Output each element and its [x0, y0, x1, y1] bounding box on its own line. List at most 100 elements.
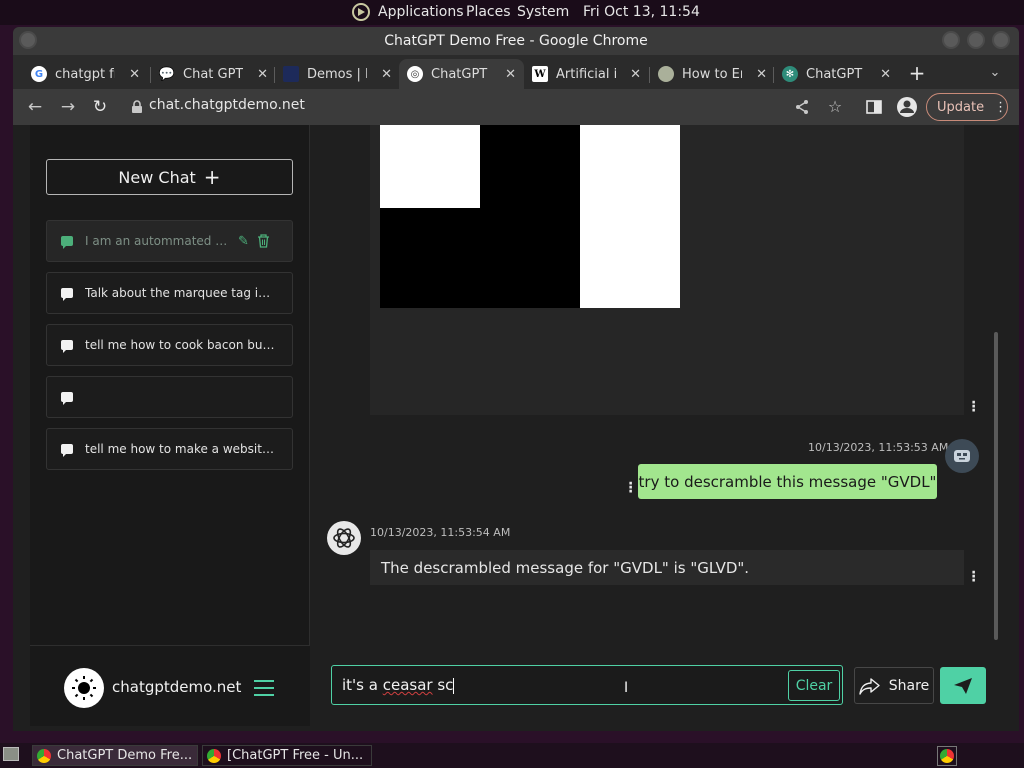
tab-how-to[interactable]: How to En ✕ [650, 59, 775, 89]
window-titlebar: ChatGPT Demo Free - Google Chrome [13, 27, 1019, 55]
history-item-label: I am an autommated scri... [85, 234, 230, 248]
user-message-bubble: try to descramble this message "GVDL" [638, 464, 937, 499]
image-message [370, 125, 964, 415]
tab-close-icon[interactable]: ✕ [381, 67, 392, 82]
demos-icon [283, 66, 299, 82]
clear-button[interactable]: Clear [788, 670, 840, 701]
taskbar-item-chatgpt-demo[interactable]: ChatGPT Demo Fre... [32, 745, 198, 766]
side-panel-icon[interactable] [866, 99, 882, 115]
misspelled-word: ceasar [382, 676, 433, 694]
tab-close-icon[interactable]: ✕ [129, 67, 140, 82]
openai-avatar-icon [327, 521, 361, 555]
user-avatar-icon [945, 439, 979, 473]
sidebar-footer: chatgptdemo.net [30, 645, 310, 726]
update-label: Update [937, 99, 985, 115]
share-arrow-icon [859, 677, 880, 695]
sun-logo-icon[interactable] [64, 668, 104, 708]
back-arrow-icon[interactable]: ← [25, 97, 45, 117]
howto-icon [658, 66, 674, 82]
tab-label: chatgpt fre [55, 66, 115, 82]
share-page-icon[interactable] [794, 99, 810, 115]
openai-icon: ✻ [782, 66, 798, 82]
close-window-button[interactable] [992, 31, 1010, 49]
message-menu-icon[interactable]: · · · [971, 566, 976, 588]
message-menu-icon[interactable]: · · · [628, 477, 633, 499]
places-menu[interactable]: Places [466, 4, 511, 20]
tab-close-icon[interactable]: ✕ [880, 67, 891, 82]
history-item-label: tell me how to cook bacon but wri... [85, 338, 277, 352]
bookmark-star-icon[interactable]: ☆ [825, 97, 845, 117]
tab-close-icon[interactable]: ✕ [505, 67, 516, 82]
applications-menu[interactable]: Applications [378, 4, 464, 20]
user-message-timestamp: 10/13/2023, 11:53:53 AM [808, 441, 949, 454]
share-button[interactable]: Share [854, 667, 934, 704]
taskbar-item-label: ChatGPT Demo Fre... [57, 748, 193, 763]
window-title: ChatGPT Demo Free - Google Chrome [384, 33, 648, 49]
more-vert-icon: ⋮ [994, 99, 1008, 115]
tab-close-icon[interactable]: ✕ [630, 67, 641, 82]
chat-scrollbar[interactable] [994, 332, 998, 640]
chat-bubble-icon [61, 444, 73, 457]
hamburger-menu-icon[interactable] [254, 680, 274, 696]
new-chat-label: New Chat [118, 167, 196, 187]
tab-chat-gpt-c[interactable]: 💬 Chat GPT C ✕ [151, 59, 276, 89]
clock[interactable]: Fri Oct 13, 11:54 [583, 4, 700, 20]
address-bar[interactable]: chat.chatgptdemo.net [149, 97, 305, 113]
wikipedia-icon: W [532, 66, 548, 82]
edit-pencil-icon[interactable]: ✎ [238, 234, 249, 249]
generated-image [380, 125, 680, 308]
browser-toolbar: ← → ↻ chat.chatgptdemo.net ☆ Update ⋮ [13, 89, 1019, 125]
tab-google-search[interactable]: G chatgpt fre ✕ [23, 59, 148, 89]
tab-label: How to En [682, 66, 742, 82]
tab-chatgpt-free[interactable]: ✻ ChatGPT F ✕ [774, 59, 899, 89]
chrome-icon [37, 748, 51, 763]
tab-chatgpt-demo[interactable]: ◎ ChatGPT D ✕ [399, 59, 524, 89]
trash-icon[interactable] [257, 234, 270, 248]
plus-icon: + [203, 165, 221, 189]
maximize-button[interactable] [967, 31, 985, 49]
update-button[interactable]: Update ⋮ [926, 93, 1008, 121]
history-item[interactable] [46, 376, 293, 418]
tab-label: ChatGPT F [806, 66, 866, 82]
lock-icon[interactable] [131, 100, 143, 114]
chat-bubble-icon [61, 236, 73, 249]
new-chat-button[interactable]: New Chat + [46, 159, 293, 195]
tab-demos[interactable]: Demos | In ✕ [275, 59, 400, 89]
chat-main: · · · 10/13/2023, 11:53:53 AM · · · try to d… [311, 125, 1002, 726]
tab-close-icon[interactable]: ✕ [257, 67, 268, 82]
tab-close-icon[interactable]: ✕ [756, 67, 767, 82]
assistant-message-timestamp: 10/13/2023, 11:53:54 AM [370, 526, 511, 539]
new-tab-plus-icon[interactable]: + [907, 63, 927, 83]
minimize-button[interactable] [942, 31, 960, 49]
site-name[interactable]: chatgptdemo.net [112, 678, 241, 696]
paper-plane-icon [954, 677, 972, 694]
forward-arrow-icon[interactable]: → [58, 97, 78, 117]
history-item[interactable]: tell me how to cook bacon but wri... [46, 324, 293, 366]
message-input-text[interactable]: it's a ceasar sc [342, 676, 455, 694]
taskbar-item-chatgpt-free[interactable]: [ChatGPT Free - Un... [202, 745, 372, 766]
tab-wikipedia-ai[interactable]: W Artificial in ✕ [524, 59, 649, 89]
history-item-label: tell me how to make a website but... [85, 442, 277, 456]
tab-strip: G chatgpt fre ✕ 💬 Chat GPT C ✕ Demos | I… [13, 55, 1019, 89]
message-menu-icon[interactable]: · · · [971, 396, 976, 418]
history-item-label: Talk about the marquee tag in gre... [85, 286, 277, 300]
tab-search-chevron-icon[interactable]: ⌄ [985, 63, 1005, 83]
reload-icon[interactable]: ↻ [90, 97, 110, 117]
chrome-icon [207, 748, 221, 763]
profile-avatar-icon[interactable] [896, 96, 918, 118]
history-item[interactable]: I am an autommated scri... ✎ [46, 220, 293, 262]
tray-chrome-icon[interactable] [937, 746, 957, 766]
tab-label: Chat GPT C [183, 66, 243, 82]
chat-bubble-icon: 💬 [158, 66, 176, 82]
history-item[interactable]: tell me how to make a website but... [46, 428, 293, 470]
applications-menu-icon[interactable] [351, 2, 371, 22]
chat-bubble-icon [61, 288, 73, 301]
chat-bubble-icon [61, 340, 73, 353]
send-button[interactable] [940, 667, 986, 704]
show-desktop-icon[interactable] [3, 747, 19, 761]
google-icon: G [31, 66, 47, 82]
system-menu[interactable]: System [517, 4, 569, 20]
history-item[interactable]: Talk about the marquee tag in gre... [46, 272, 293, 314]
bottom-taskbar: ChatGPT Demo Fre... [ChatGPT Free - Un..… [0, 743, 1024, 768]
message-input-field[interactable]: it's a ceasar sc I Clear [331, 665, 843, 705]
